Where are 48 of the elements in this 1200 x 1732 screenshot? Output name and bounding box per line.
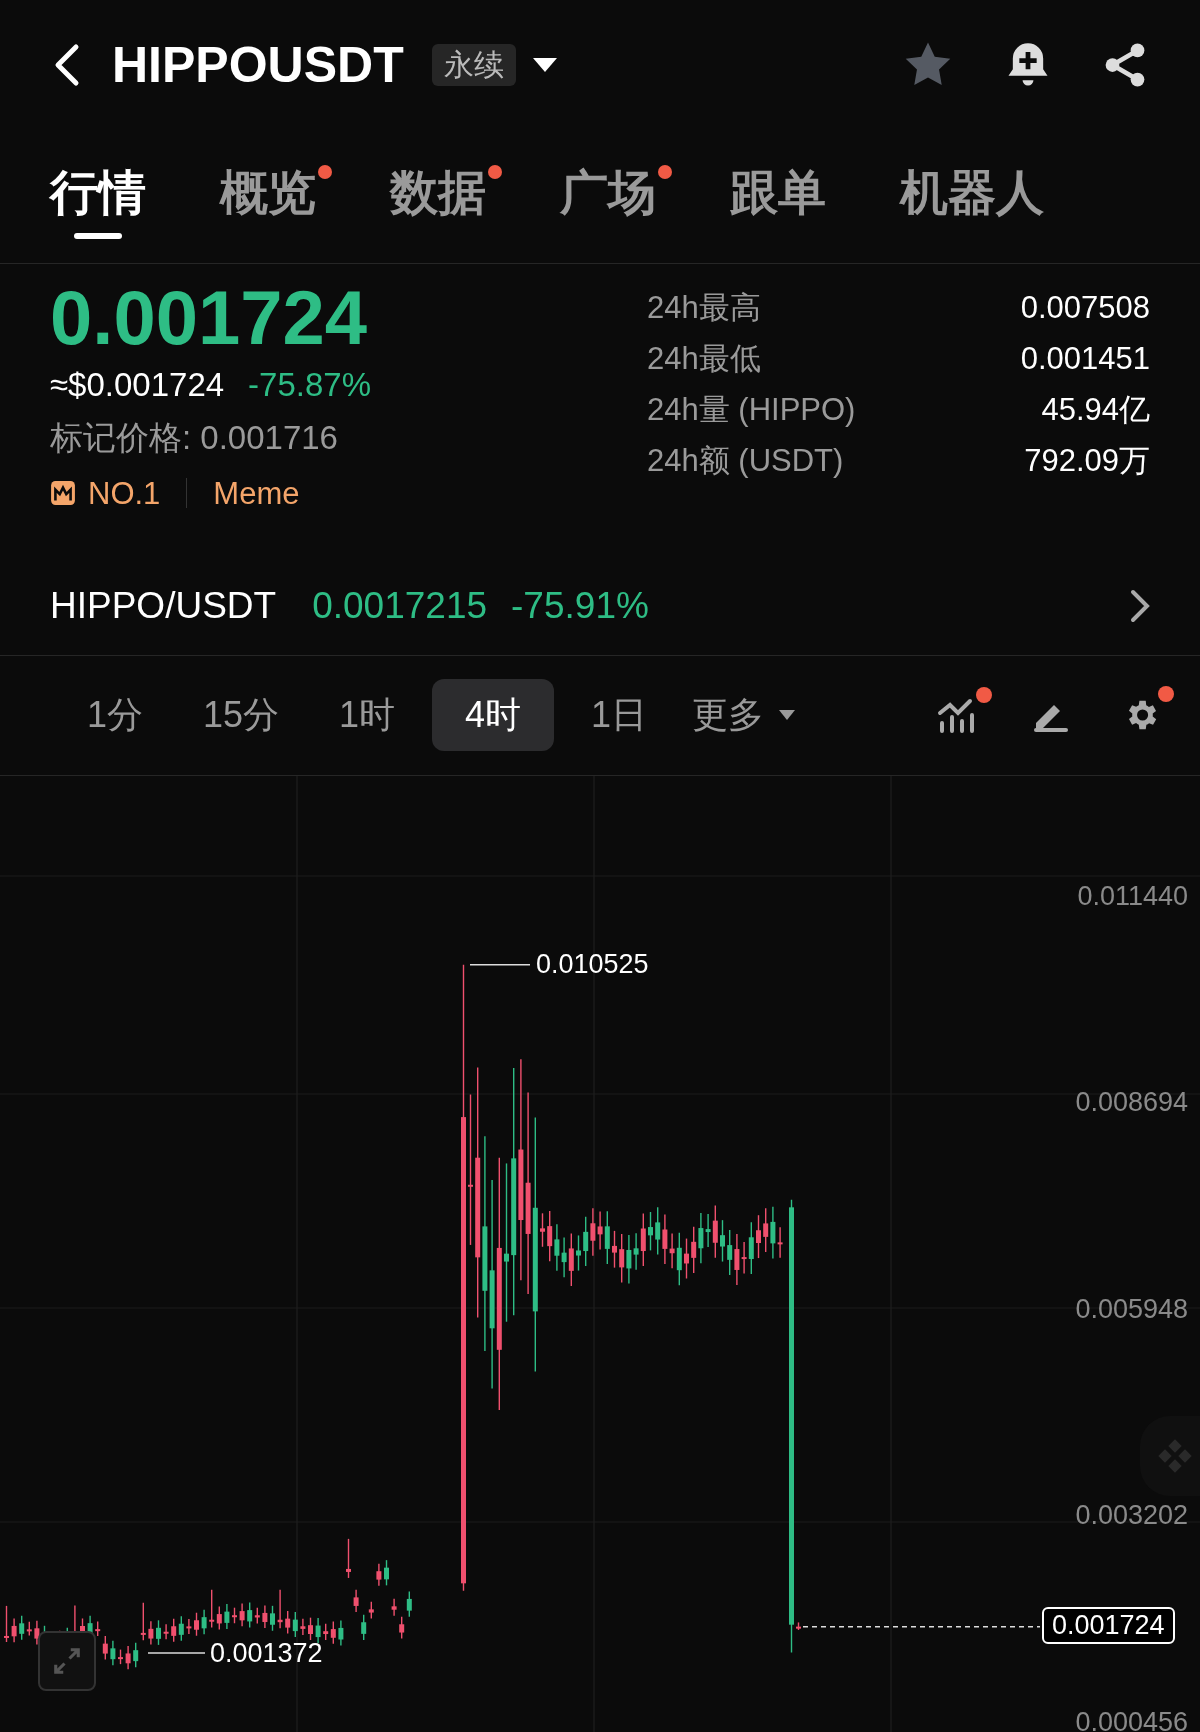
nav-tab[interactable]: 跟单 bbox=[730, 169, 826, 240]
ranking-icon bbox=[50, 480, 76, 507]
interval-tab[interactable]: 4时 bbox=[432, 679, 554, 752]
stat-label: 24h最低 bbox=[647, 342, 761, 374]
chevron-right-icon bbox=[1130, 588, 1150, 623]
mark-price: 标记价格: 0.001716 bbox=[50, 420, 339, 454]
axis-label: 0.003202 bbox=[1075, 1502, 1188, 1529]
leader-line bbox=[147, 1651, 206, 1654]
axis-label: 0.000456 bbox=[1075, 1708, 1188, 1732]
caret-icon bbox=[778, 709, 796, 722]
price-change: -75.87% bbox=[248, 367, 372, 401]
axis-label: 0.011440 bbox=[1077, 882, 1188, 910]
nav-tab[interactable]: 行情 bbox=[50, 169, 146, 240]
spot-pair-row[interactable]: HIPPO/USDT 0.0017215 -75.91% bbox=[0, 556, 1200, 657]
page-title: HIPPOUSDT bbox=[112, 39, 404, 90]
caret-icon[interactable] bbox=[531, 55, 558, 74]
category-tag[interactable]: Meme bbox=[213, 477, 300, 509]
spot-price: 0.0017215 bbox=[312, 587, 488, 625]
high-price-label: 0.010525 bbox=[536, 951, 649, 979]
nav-tab[interactable]: 概览 bbox=[220, 169, 316, 240]
axis-label: 0.005948 bbox=[1075, 1295, 1188, 1323]
nav-tab[interactable]: 广场 bbox=[560, 169, 656, 240]
spot-pair: HIPPO/USDT bbox=[50, 587, 277, 625]
more-dropdown[interactable]: 更多 bbox=[692, 697, 796, 734]
stat-label: 24h最高 bbox=[647, 291, 761, 323]
interval-tab[interactable]: 1日 bbox=[558, 679, 680, 752]
leader-line bbox=[469, 963, 531, 966]
stat-label: 24h量 (HIPPO) bbox=[647, 393, 856, 425]
usd-price: ≈$0.001724 bbox=[50, 367, 225, 401]
stat-label: 24h额 (USDT) bbox=[647, 444, 844, 476]
rank-tag[interactable]: NO.1 bbox=[88, 477, 161, 509]
last-price-label: 0.001724 bbox=[1042, 1607, 1175, 1645]
nav-tab[interactable]: 机器人 bbox=[900, 169, 1044, 240]
interval-tab[interactable]: 1分 bbox=[54, 679, 176, 752]
nav-tab[interactable]: 数据 bbox=[390, 169, 486, 240]
axis-label: 0.008694 bbox=[1075, 1089, 1188, 1116]
expand-button[interactable] bbox=[38, 1630, 96, 1691]
stat-value: 45.94亿 bbox=[1041, 393, 1150, 425]
interval-tab[interactable]: 1时 bbox=[306, 679, 428, 752]
low-price-label: 0.001372 bbox=[210, 1639, 323, 1667]
contract-badge: 永续 bbox=[431, 43, 516, 86]
interval-tab[interactable]: 15分 bbox=[180, 679, 302, 752]
spot-change: -75.91% bbox=[511, 587, 649, 625]
expand-icon bbox=[52, 1645, 82, 1676]
last-price: 0.001724 bbox=[50, 275, 368, 360]
stat-value: 0.007508 bbox=[1020, 291, 1150, 323]
stat-value: 792.09万 bbox=[1024, 444, 1150, 476]
stat-value: 0.001451 bbox=[1020, 342, 1150, 374]
